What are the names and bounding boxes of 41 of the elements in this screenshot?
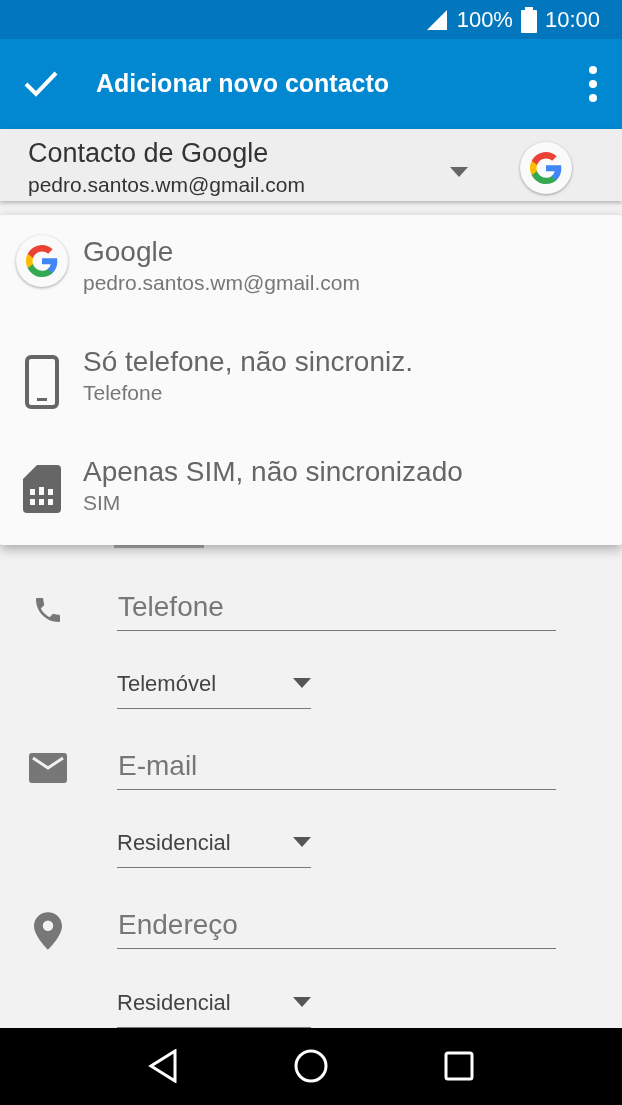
home-button[interactable] — [294, 1049, 328, 1084]
battery-icon — [520, 6, 537, 33]
location-pin-icon — [34, 911, 62, 950]
option-subtitle: pedro.santos.wm@gmail.com — [83, 270, 360, 296]
dropdown-caret-icon[interactable] — [450, 166, 468, 177]
input-field[interactable]: Endereço — [117, 903, 556, 949]
google-logo-icon — [26, 245, 58, 277]
recents-icon — [444, 1051, 474, 1082]
type-dropdown[interactable]: Residencial — [117, 817, 311, 868]
type-dropdown[interactable]: Telemóvel — [117, 658, 311, 709]
account-option[interactable]: Apenas SIM, não sincronizado SIM — [0, 455, 622, 565]
option-title: Google — [83, 235, 175, 269]
option-title: Só telefone, não sincroniz. — [83, 345, 413, 379]
save-button[interactable] — [24, 70, 58, 97]
dropdown-caret-icon — [293, 837, 311, 848]
mail-icon — [29, 752, 67, 783]
smartphone-icon — [25, 355, 59, 409]
google-logo-icon — [530, 151, 562, 184]
back-icon — [148, 1049, 178, 1084]
check-icon — [24, 70, 58, 97]
input-field[interactable]: E-mail — [117, 744, 556, 790]
account-email: pedro.santos.wm@gmail.com — [28, 171, 306, 198]
account-option[interactable]: Só telefone, não sincroniz. Telefone — [0, 345, 622, 455]
input-field[interactable]: Telefone — [117, 585, 556, 631]
more-icon — [588, 65, 598, 102]
more-options-button[interactable] — [588, 65, 598, 102]
dropdown-caret-icon — [293, 997, 311, 1008]
battery-percent: 100% — [456, 6, 513, 35]
recents-button[interactable] — [444, 1051, 474, 1082]
sim-card-icon — [23, 465, 61, 513]
account-name: Contacto de Google — [28, 136, 270, 170]
option-title: Apenas SIM, não sincronizado — [83, 455, 463, 489]
option-subtitle: SIM — [83, 490, 122, 516]
account-option[interactable]: Google pedro.santos.wm@gmail.com — [0, 235, 622, 345]
home-icon — [294, 1049, 328, 1084]
type-dropdown[interactable]: Residencial — [117, 977, 311, 1028]
back-button[interactable] — [148, 1049, 178, 1084]
dropdown-caret-icon — [293, 678, 311, 689]
option-subtitle: Telefone — [83, 380, 164, 406]
screen-title: Adicionar novo contacto — [96, 68, 391, 100]
clock: 10:00 — [544, 6, 600, 35]
